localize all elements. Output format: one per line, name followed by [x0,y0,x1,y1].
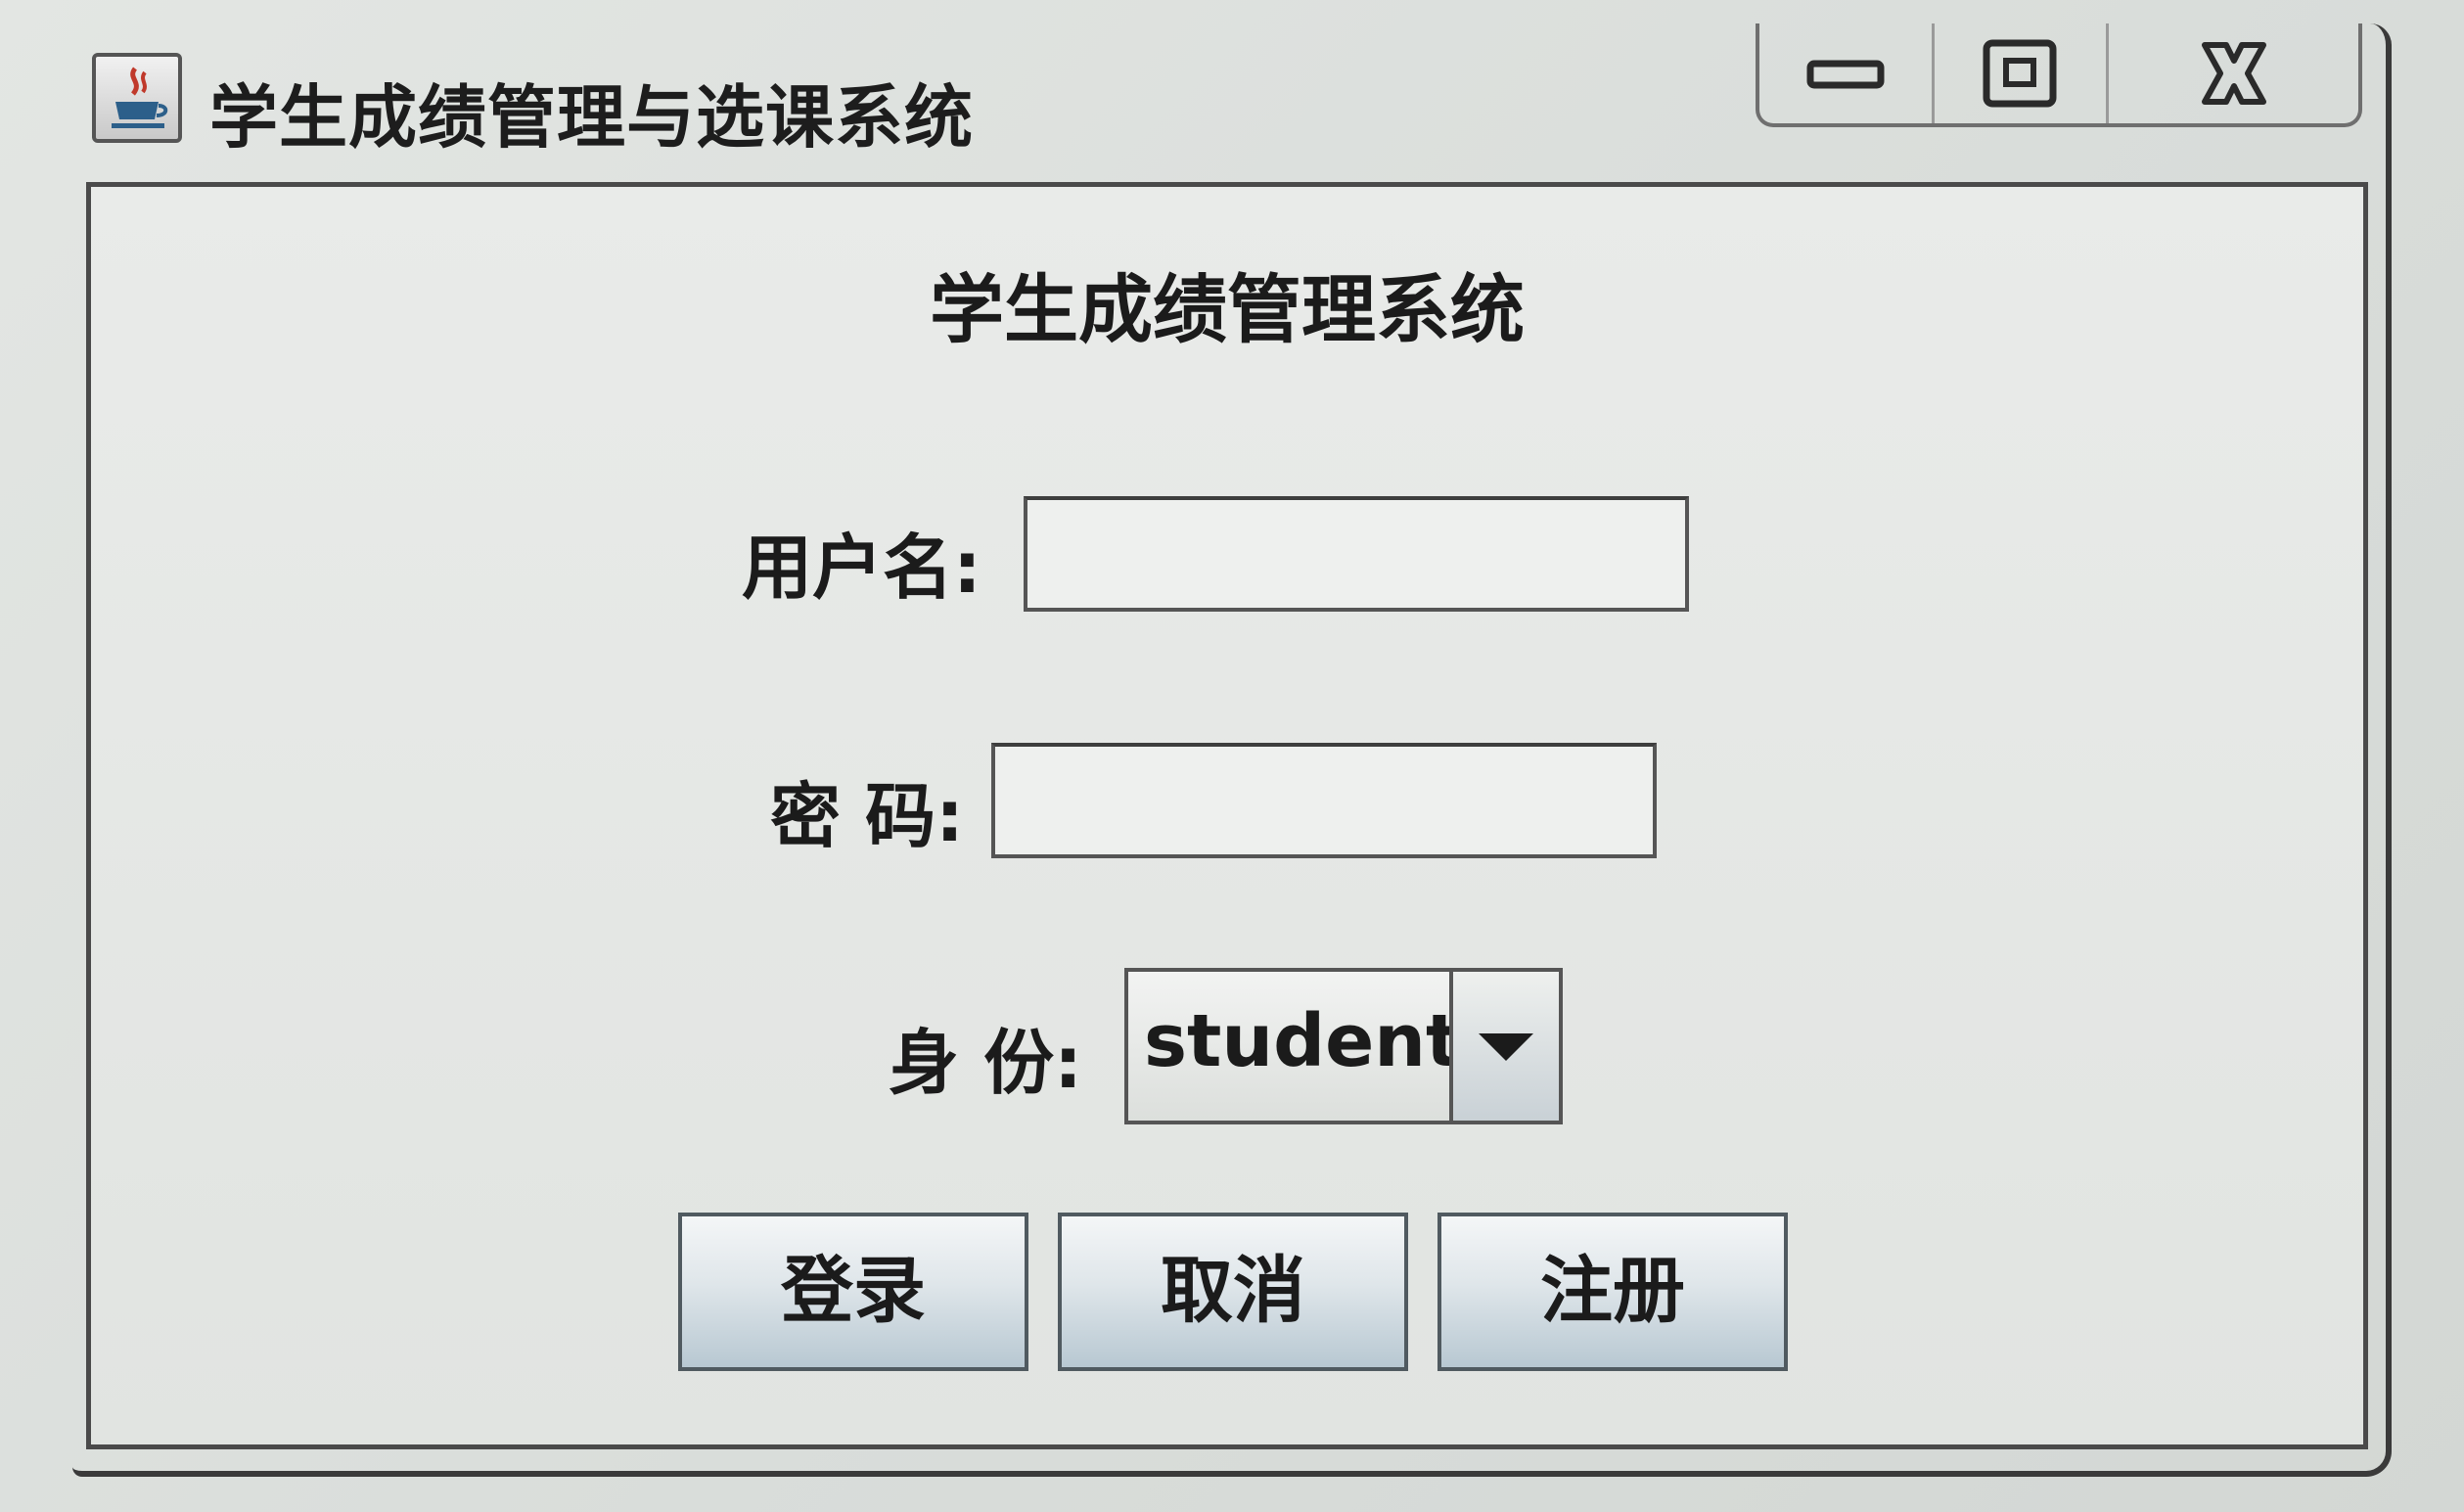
chevron-down-icon [1479,1033,1533,1061]
role-label: 身 份: [889,1022,1082,1104]
cancel-button[interactable]: 取消 [1058,1213,1408,1371]
password-input[interactable] [991,743,1657,858]
login-window: 学生成绩管理与选课系统 学生成绩管理系统 用户名: 密 码: 身 份: stud… [72,23,2392,1477]
username-label: 用户名: [742,527,981,609]
login-panel: 学生成绩管理系统 用户名: 密 码: 身 份: student 登录 取消 注册 [86,182,2368,1449]
minimize-button[interactable] [1759,23,1935,123]
dropdown-button[interactable] [1449,972,1559,1121]
username-input[interactable] [1024,496,1689,612]
close-icon [2201,42,2266,105]
form-heading: 学生成绩管理系统 [930,266,1525,353]
window-controls [1756,23,2362,127]
window-title: 学生成绩管理与选课系统 [209,77,974,158]
login-button[interactable]: 登录 [678,1213,1028,1371]
close-button[interactable] [2109,23,2358,123]
password-label: 密 码: [770,775,964,857]
register-button[interactable]: 注册 [1437,1213,1788,1371]
minimize-icon [1806,60,1885,89]
maximize-icon [1983,39,2057,108]
role-selected-value: student [1144,999,1461,1083]
java-coffee-icon [92,53,182,143]
title-bar[interactable]: 学生成绩管理与选课系统 [72,23,2386,170]
role-select[interactable]: student [1124,968,1563,1124]
maximize-button[interactable] [1935,23,2110,123]
